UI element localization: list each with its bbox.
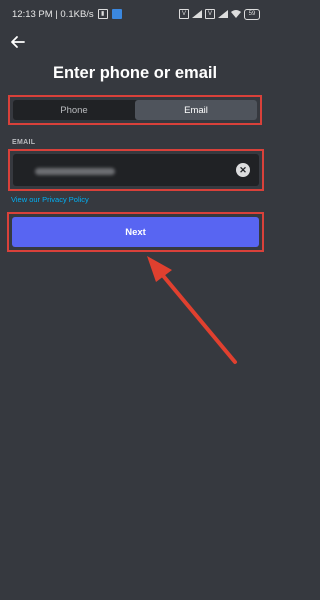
next-button[interactable]: Next	[12, 217, 259, 247]
signal-icon-2	[218, 10, 228, 18]
tabs-highlight: Phone Email	[8, 95, 262, 125]
back-arrow-icon[interactable]	[10, 34, 26, 50]
page-title: Enter phone or email	[52, 64, 218, 82]
status-bar: 12:13 PM | 0.1KB/s ▮ V V 59	[0, 0, 270, 28]
tab-email[interactable]: Email	[135, 100, 257, 120]
email-field-highlight: ✕	[8, 149, 264, 191]
email-field-container: ✕	[13, 154, 259, 186]
clear-icon[interactable]: ✕	[236, 163, 250, 177]
status-time: 12:13 PM | 0.1KB/s	[12, 8, 94, 20]
phone-email-toggle: Phone Email	[13, 100, 257, 120]
signal-icon	[192, 10, 202, 18]
notification-icon: ▮	[97, 9, 108, 19]
app-notification-icon	[111, 9, 122, 19]
tab-phone[interactable]: Phone	[13, 100, 135, 120]
red-arrow-annotation	[147, 256, 237, 364]
privacy-policy-link[interactable]: View our Privacy Policy	[11, 195, 89, 204]
battery-icon: 59	[244, 8, 260, 20]
volte-icon: V	[179, 9, 189, 19]
email-label: EMAIL	[12, 139, 36, 146]
blurred-email-text	[35, 168, 115, 175]
next-button-highlight: Next	[7, 212, 264, 252]
wifi-icon	[231, 10, 241, 18]
volte-icon-2: V	[205, 9, 215, 19]
